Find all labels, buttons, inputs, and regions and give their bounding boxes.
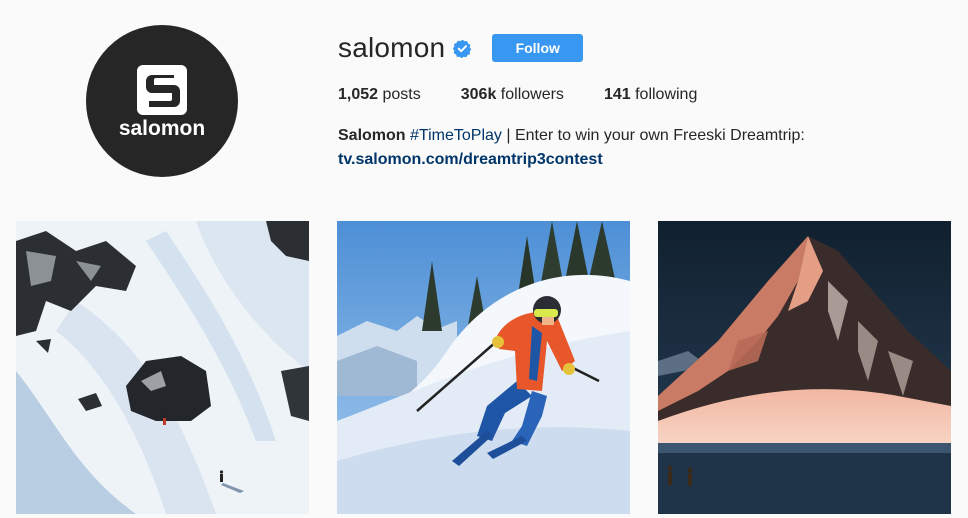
post-image-ski-slope bbox=[16, 221, 309, 514]
profile-bio: Salomon #TimeToPlay | Enter to win your … bbox=[338, 124, 938, 172]
salomon-logo: salomon bbox=[119, 65, 205, 140]
bio-text: | Enter to win your own Freeski Dreamtri… bbox=[501, 127, 805, 144]
post-thumbnail[interactable] bbox=[16, 221, 309, 514]
following-label: following bbox=[635, 86, 698, 103]
posts-stat: 1,052 posts bbox=[338, 84, 421, 106]
bio-link[interactable]: tv.salomon.com/dreamtrip3contest bbox=[338, 148, 938, 172]
profile-avatar[interactable]: salomon bbox=[86, 25, 238, 177]
follow-button[interactable]: Follow bbox=[492, 34, 584, 62]
following-stat[interactable]: 141 following bbox=[604, 84, 697, 106]
followers-stat[interactable]: 306k followers bbox=[461, 84, 564, 106]
following-count: 141 bbox=[603, 86, 631, 103]
profile-header: salomon Follow bbox=[338, 28, 584, 68]
post-thumbnail[interactable] bbox=[337, 221, 630, 514]
profile-page: salomon salomon Follow 1,052 posts 306k … bbox=[0, 0, 968, 518]
post-image-powder-skier bbox=[337, 221, 630, 514]
avatar-logo-text: salomon bbox=[119, 117, 205, 140]
username: salomon bbox=[338, 32, 446, 63]
posts-count: 1,052 bbox=[338, 86, 379, 103]
bio-hashtag[interactable]: #TimeToPlay bbox=[410, 127, 502, 144]
post-image-mountain-peak bbox=[658, 221, 951, 514]
followers-count: 306k bbox=[460, 86, 497, 103]
bio-name: Salomon bbox=[338, 127, 406, 144]
profile-stats: 1,052 posts 306k followers 141 following bbox=[338, 84, 737, 106]
verified-badge-icon bbox=[453, 39, 472, 58]
followers-label: followers bbox=[500, 86, 564, 103]
post-thumbnail[interactable] bbox=[658, 221, 951, 514]
posts-label: posts bbox=[382, 86, 421, 103]
